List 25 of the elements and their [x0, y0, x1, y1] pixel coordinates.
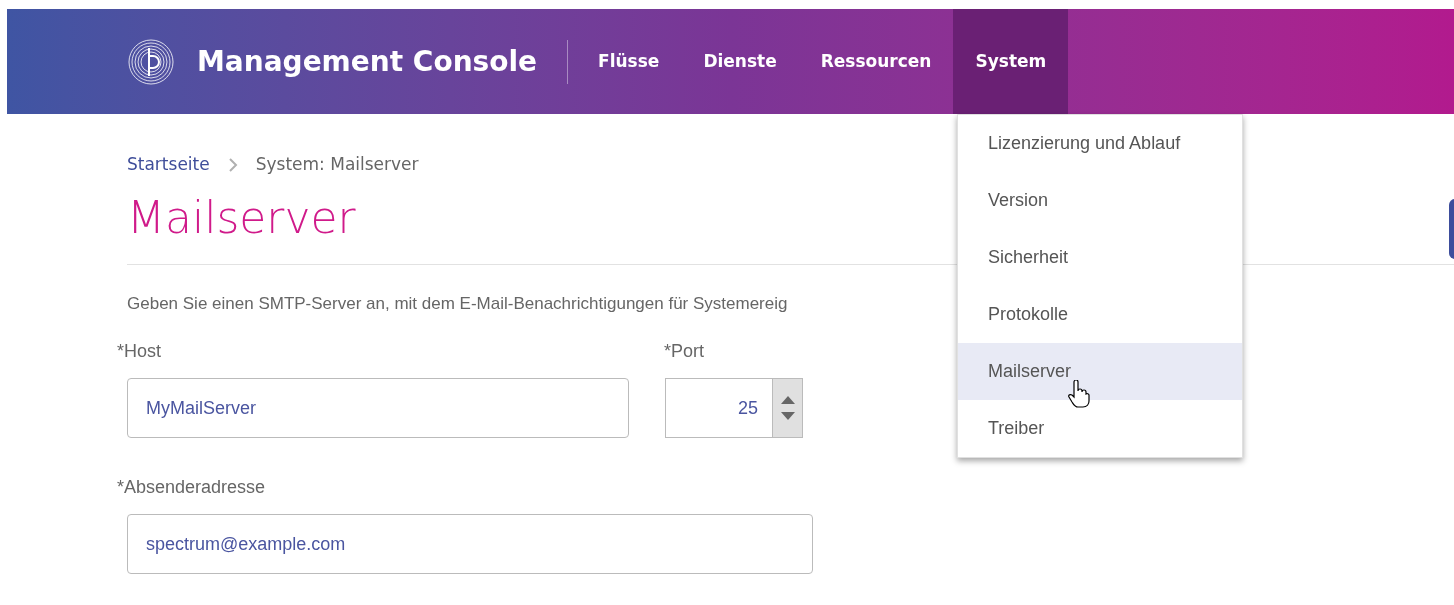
- port-spinner[interactable]: 25: [665, 378, 803, 438]
- description-text: Geben Sie einen SMTP-Server an, mit dem E-Mail-Benachrichtigungen für Systemereig: [127, 292, 788, 315]
- breadcrumb-current: System: Mailserver: [255, 153, 419, 176]
- field-label: *Absenderadresse: [117, 476, 267, 499]
- menu-item[interactable]: Treiber: [958, 400, 1242, 457]
- hand-cursor-icon: [1068, 380, 1090, 408]
- menu-item[interactable]: Version: [958, 172, 1242, 229]
- menu-item[interactable]: Lizenzierung und Ablauf: [958, 115, 1242, 172]
- logo-icon: [127, 37, 175, 86]
- app-title: Management Console: [197, 43, 538, 80]
- breadcrumb-link[interactable]: Startseite: [127, 152, 210, 178]
- up-arrow-icon[interactable]: [780, 396, 795, 404]
- page-title: Mailserver: [127, 190, 356, 245]
- down-arrow-icon[interactable]: [780, 412, 795, 420]
- field-label: *Host: [117, 340, 162, 363]
- field-label: *Port: [664, 340, 706, 363]
- host-field[interactable]: MyMailServer: [127, 378, 629, 438]
- nav-tab[interactable]: Ressourcen: [798, 9, 954, 114]
- menu-item[interactable]: Sicherheit: [958, 229, 1242, 286]
- chevron-right-icon: [227, 156, 238, 173]
- nav-tab[interactable]: System: [953, 9, 1069, 114]
- sender-address-field[interactable]: spectrum@example.com: [127, 514, 813, 574]
- nav-tab[interactable]: Dienste: [681, 9, 799, 114]
- nav-tab[interactable]: Flüsse: [576, 9, 682, 114]
- menu-item[interactable]: Protokolle: [958, 286, 1242, 343]
